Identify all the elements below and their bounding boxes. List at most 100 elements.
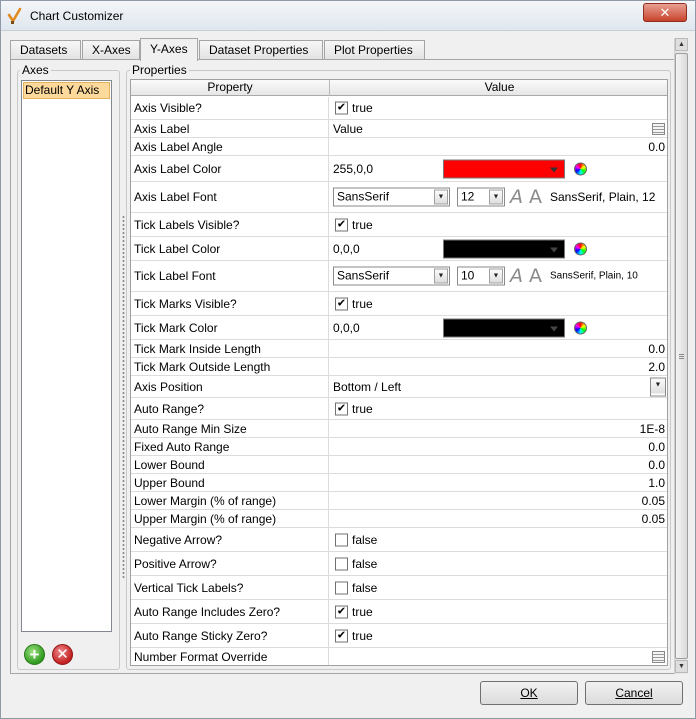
property-value-cell[interactable] (330, 648, 667, 665)
property-value-cell[interactable]: false (330, 528, 667, 551)
property-row[interactable]: Positive Arrow? false (131, 552, 667, 576)
property-value-cell[interactable]: 0.0 (330, 456, 667, 473)
property-row[interactable]: Fixed Auto Range 0.0 (131, 438, 667, 456)
property-value-cell[interactable]: false (330, 552, 667, 575)
property-row[interactable]: Axis Label Font SansSerif ▼ 12 ▼ A A SansSerif,… (131, 182, 667, 213)
property-row[interactable]: Tick Label Font SansSerif ▼ 10 ▼ A A SansSerif,… (131, 261, 667, 292)
property-row[interactable]: Auto Range Min Size 1E-8 (131, 420, 667, 438)
property-row[interactable]: Auto Range Sticky Zero? ✔ true (131, 624, 667, 648)
property-row[interactable]: Axis Position Bottom / Left ▼ (131, 376, 667, 398)
tab-plot-properties[interactable]: Plot Properties (324, 40, 425, 60)
property-row[interactable]: Upper Margin (% of range) 0.05 (131, 510, 667, 528)
property-value-cell[interactable]: Value (330, 120, 667, 137)
tab-y-axes[interactable]: Y-Axes (140, 38, 198, 61)
vertical-scrollbar[interactable]: ▲ ▼ (674, 38, 688, 674)
property-checkbox[interactable]: ✔ (335, 101, 348, 115)
text-editor-icon[interactable] (652, 122, 665, 135)
property-row[interactable]: Number Format Override (131, 648, 667, 665)
color-swatch-dropdown[interactable] (443, 159, 565, 178)
property-row[interactable]: Tick Mark Color 0,0,0 (131, 316, 667, 340)
remove-axis-button[interactable]: ✕ (52, 644, 73, 665)
font-family-select[interactable]: SansSerif ▼ (333, 266, 450, 286)
property-row[interactable]: Negative Arrow? false (131, 528, 667, 552)
property-row[interactable]: Tick Mark Inside Length 0.0 (131, 340, 667, 358)
axes-list[interactable]: Default Y Axis (21, 80, 112, 632)
property-row[interactable]: Auto Range? ✔ true (131, 398, 667, 420)
font-size-select[interactable]: 12 ▼ (457, 187, 505, 207)
column-header-value[interactable]: Value (330, 80, 667, 96)
property-value-cell[interactable]: false (330, 576, 667, 599)
property-value-cell[interactable]: ✔ true (330, 600, 667, 623)
property-checkbox[interactable]: ✔ (335, 629, 348, 642)
property-checkbox[interactable] (335, 581, 348, 594)
property-value-cell[interactable]: 0.0 (330, 138, 667, 155)
axes-group: Axes Default Y Axis + ✕ (17, 63, 120, 670)
property-checkbox[interactable] (335, 557, 348, 570)
column-header-property[interactable]: Property (131, 80, 330, 96)
cancel-button[interactable]: Cancel (585, 681, 683, 705)
color-swatch-dropdown[interactable] (443, 239, 565, 258)
property-row[interactable]: Tick Mark Outside Length 2.0 (131, 358, 667, 376)
tab-datasets[interactable]: Datasets (10, 40, 81, 60)
scroll-down-icon[interactable]: ▼ (675, 660, 688, 673)
property-row[interactable]: Axis Visible? ✔ true (131, 97, 667, 120)
property-number-value: 2.0 (648, 359, 665, 374)
property-value-cell[interactable]: 0,0,0 (330, 316, 667, 339)
tab-dataset-properties[interactable]: Dataset Properties (199, 40, 323, 60)
close-button[interactable]: ✕ (643, 3, 687, 22)
property-checkbox[interactable]: ✔ (335, 297, 348, 310)
property-value-cell[interactable]: SansSerif ▼ 12 ▼ A A SansSerif, Plain, 12 (330, 182, 667, 212)
property-value-cell[interactable]: ✔ true (330, 624, 667, 647)
bold-toggle-icon[interactable]: A (529, 186, 542, 208)
property-row[interactable]: Tick Label Color 0,0,0 (131, 237, 667, 261)
property-value-cell[interactable]: Bottom / Left ▼ (330, 376, 667, 397)
property-checkbox[interactable] (335, 533, 348, 546)
property-row[interactable]: Lower Bound 0.0 (131, 456, 667, 474)
property-row[interactable]: Tick Marks Visible? ✔ true (131, 292, 667, 316)
property-checkbox[interactable]: ✔ (335, 605, 348, 618)
property-row[interactable]: Axis Label Color 255,0,0 (131, 156, 667, 182)
property-value-cell[interactable]: 0.0 (330, 438, 667, 455)
axes-list-item-default-y-axis[interactable]: Default Y Axis (23, 82, 110, 99)
property-value-cell[interactable]: 0.0 (330, 340, 667, 357)
property-value-cell[interactable]: 0,0,0 (330, 237, 667, 260)
property-value-cell[interactable]: 0.05 (330, 510, 667, 527)
scrollbar-thumb[interactable] (675, 53, 688, 659)
axis-position-dropdown[interactable]: ▼ (650, 377, 666, 396)
property-row[interactable]: Lower Margin (% of range) 0.05 (131, 492, 667, 510)
color-wheel-icon[interactable] (574, 162, 587, 175)
property-row[interactable]: Auto Range Includes Zero? ✔ true (131, 600, 667, 624)
italic-toggle-icon[interactable]: A (510, 186, 523, 208)
property-value-cell[interactable]: ✔ true (330, 292, 667, 315)
property-value-cell[interactable]: ✔ true (330, 398, 667, 419)
property-row[interactable]: Axis Label Value (131, 120, 667, 138)
color-wheel-icon[interactable] (574, 321, 587, 334)
property-row[interactable]: Upper Bound 1.0 (131, 474, 667, 492)
font-family-select[interactable]: SansSerif ▼ (333, 187, 450, 207)
property-checkbox[interactable]: ✔ (335, 218, 348, 231)
property-value-cell[interactable]: 1.0 (330, 474, 667, 491)
property-checkbox[interactable]: ✔ (335, 402, 348, 415)
bold-toggle-icon[interactable]: A (529, 265, 542, 287)
property-value-cell[interactable]: 0.05 (330, 492, 667, 509)
property-value-cell[interactable]: 2.0 (330, 358, 667, 375)
property-value-cell[interactable]: 255,0,0 (330, 156, 667, 181)
italic-toggle-icon[interactable]: A (510, 265, 523, 287)
color-swatch-dropdown[interactable] (443, 318, 565, 337)
text-editor-icon[interactable] (652, 650, 665, 663)
property-value-cell[interactable]: 1E-8 (330, 420, 667, 437)
property-row[interactable]: Axis Label Angle 0.0 (131, 138, 667, 156)
property-row[interactable]: Vertical Tick Labels? false (131, 576, 667, 600)
tab-x-axes[interactable]: X-Axes (82, 40, 140, 60)
add-axis-button[interactable]: + (24, 644, 45, 665)
property-value-cell[interactable]: SansSerif ▼ 10 ▼ A A SansSerif, Plain, 10 (330, 261, 667, 291)
scroll-up-icon[interactable]: ▲ (675, 38, 688, 51)
dropdown-arrow-icon (550, 167, 558, 172)
property-value-cell[interactable]: ✔ true (330, 97, 667, 119)
color-wheel-icon[interactable] (574, 242, 587, 255)
ok-button[interactable]: OK (480, 681, 578, 705)
panel-splitter[interactable] (122, 215, 125, 580)
font-size-select[interactable]: 10 ▼ (457, 266, 505, 286)
property-value-cell[interactable]: ✔ true (330, 213, 667, 236)
property-row[interactable]: Tick Labels Visible? ✔ true (131, 213, 667, 237)
